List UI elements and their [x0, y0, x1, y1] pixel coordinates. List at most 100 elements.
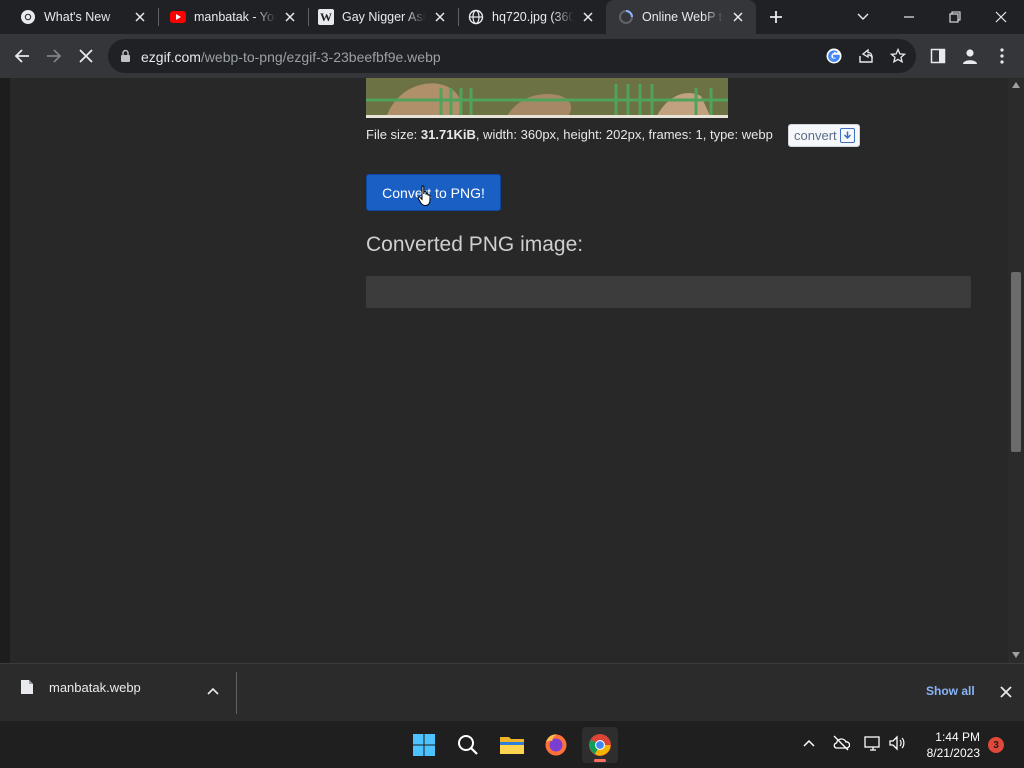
close-icon [995, 11, 1007, 23]
download-bar: manbatak.webp Show all [0, 663, 1024, 720]
tab-wikipedia[interactable]: W Gay Nigger Association [310, 0, 458, 34]
tab-divider [158, 8, 159, 26]
tab-divider [308, 8, 309, 26]
close-tab-icon[interactable] [580, 9, 596, 25]
tab-search-button[interactable] [840, 0, 886, 34]
download-item[interactable]: manbatak.webp [20, 679, 141, 695]
windows-logo-icon [413, 734, 435, 756]
tab-ezgif-active[interactable]: Online WebP to PNG [606, 0, 756, 34]
plus-icon [770, 11, 782, 23]
file-size-label: File size: [366, 127, 421, 142]
menu-button[interactable] [988, 42, 1016, 70]
close-tab-icon[interactable] [730, 9, 746, 25]
close-download-bar-icon[interactable] [1000, 686, 1012, 698]
close-tab-icon[interactable] [132, 9, 148, 25]
wikipedia-icon: W [318, 9, 334, 25]
file-explorer-button[interactable] [494, 727, 530, 763]
restore-button[interactable] [932, 0, 978, 34]
bookmark-star-icon[interactable] [884, 42, 912, 70]
back-button[interactable] [8, 42, 36, 70]
browser-toolbar: ezgif.com/webp-to-png/ezgif-3-23beefbf9e… [0, 34, 1024, 78]
restore-icon [949, 11, 961, 23]
chrome-icon [20, 9, 36, 25]
scroll-up-icon[interactable] [1012, 82, 1020, 88]
search-button[interactable] [450, 727, 486, 763]
notification-badge[interactable]: 3 [988, 737, 1004, 753]
system-clock[interactable]: 1:44 PM 8/21/2023 [914, 729, 980, 761]
arrow-left-icon [14, 49, 29, 63]
download-file-name: manbatak.webp [49, 679, 141, 695]
tab-hq720[interactable]: hq720.jpg (360×202) [460, 0, 606, 34]
minimize-button[interactable] [886, 0, 932, 34]
lock-icon [120, 49, 131, 68]
chrome-icon [589, 734, 611, 756]
globe-icon [468, 9, 484, 25]
download-arrow-icon [840, 128, 855, 143]
firefox-button[interactable] [538, 727, 574, 763]
search-icon [458, 735, 478, 755]
chevron-down-icon [857, 13, 869, 20]
side-panel-button[interactable] [924, 42, 952, 70]
convert-to-png-button[interactable]: Convert to PNG! [366, 174, 501, 211]
scrollbar-thumb[interactable] [1011, 272, 1021, 452]
folder-icon [500, 737, 524, 754]
converted-image-placeholder [366, 276, 971, 308]
stop-icon [79, 49, 93, 63]
convert-dropdown-button[interactable]: convert [788, 124, 860, 147]
file-dimensions-text: , width: 360px, height: 202px, frames: 1… [475, 127, 773, 142]
address-bar[interactable]: ezgif.com/webp-to-png/ezgif-3-23beefbf9e… [108, 39, 916, 73]
start-button[interactable] [406, 727, 442, 763]
uploaded-image-preview [366, 78, 728, 118]
show-hidden-icons-icon[interactable] [803, 739, 815, 747]
tab-title: hq720.jpg (360×202) [492, 10, 574, 24]
chrome-taskbar-button[interactable] [582, 727, 618, 763]
tab-youtube[interactable]: manbatak - YouTube [160, 0, 308, 34]
tab-whats-new[interactable]: What's New [0, 0, 158, 34]
url-host: ezgif.com [141, 49, 201, 65]
file-icon [21, 680, 33, 694]
active-app-indicator [594, 759, 606, 762]
clock-time: 1:44 PM [935, 730, 980, 744]
chevron-up-icon[interactable] [207, 687, 219, 695]
google-lens-icon[interactable] [820, 42, 848, 70]
url-text: ezgif.com/webp-to-png/ezgif-3-23beefbf9e… [141, 49, 441, 65]
scroll-down-icon[interactable] [1012, 652, 1020, 658]
tab-divider [458, 8, 459, 26]
windows-taskbar: 1:44 PM 8/21/2023 3 [0, 720, 1024, 768]
volume-icon[interactable] [888, 735, 906, 751]
close-tab-icon[interactable] [282, 9, 298, 25]
tab-title: Online WebP to PNG [642, 10, 724, 24]
loading-icon [618, 9, 634, 25]
minimize-icon [904, 16, 914, 18]
page-scrollbar[interactable] [1008, 78, 1024, 663]
convert-link-label: convert [794, 128, 837, 143]
stop-loading-button[interactable] [72, 42, 100, 70]
side-panel-icon [930, 48, 946, 64]
show-all-downloads-link[interactable]: Show all [926, 684, 975, 698]
firefox-icon [545, 734, 567, 756]
file-size-value: 31.71KiB [420, 127, 476, 142]
clock-date: 8/21/2023 [926, 746, 980, 760]
forward-button[interactable] [40, 42, 68, 70]
page-content: File size: 31.71KiB, width: 360px, heigh… [0, 78, 1008, 663]
download-bar-divider [236, 672, 237, 714]
page-left-edge [0, 78, 10, 663]
kebab-menu-icon [1000, 48, 1004, 64]
url-path: /webp-to-png/ezgif-3-23beefbf9e.webp [200, 49, 441, 65]
hand-cursor-icon [417, 185, 431, 207]
close-tab-icon[interactable] [432, 9, 448, 25]
youtube-icon [170, 9, 186, 25]
profile-button[interactable] [956, 42, 984, 70]
tab-title: Gay Nigger Association [342, 10, 426, 24]
file-info-text: File size: 31.71KiB, width: 360px, heigh… [366, 127, 773, 142]
close-window-button[interactable] [978, 0, 1024, 34]
profile-avatar-icon [963, 49, 977, 64]
converted-image-heading: Converted PNG image: [366, 233, 584, 256]
tab-title: manbatak - YouTube [194, 10, 276, 24]
network-icon[interactable] [864, 735, 882, 751]
share-icon[interactable] [852, 42, 880, 70]
arrow-right-icon [47, 49, 62, 63]
onedrive-offline-icon[interactable] [832, 735, 850, 751]
new-tab-button[interactable] [758, 0, 794, 34]
tab-title: What's New [44, 10, 111, 24]
